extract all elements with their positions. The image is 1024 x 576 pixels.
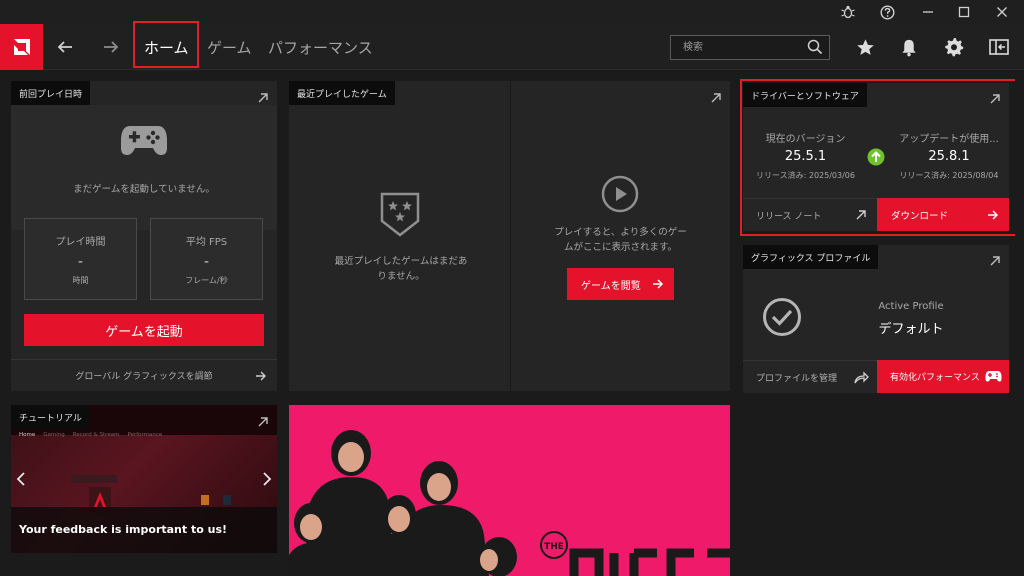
graphics-profile-title: グラフィックス プロファイル: [743, 245, 879, 269]
rank-badge-icon: [377, 191, 423, 241]
driver-card-highlight: [740, 79, 1017, 236]
banner-brand-text: THE: [544, 542, 564, 552]
enable-performance-label: 有効化パフォーマンス: [890, 373, 980, 383]
play-more-text: プレイすると、より多くのゲームがここに表示されます。: [554, 227, 687, 253]
avg-fps-label: 平均 FPS: [185, 237, 228, 248]
manage-profiles-link[interactable]: プロファイルを管理: [743, 360, 877, 393]
browse-games-button[interactable]: ゲームを閲覧: [567, 268, 674, 300]
search-icon[interactable]: [807, 39, 823, 55]
expand-arrow-icon[interactable]: [257, 413, 269, 427]
graphics-profile-card: グラフィックス プロファイル Active Profile デフォルト プロファ…: [743, 245, 1009, 393]
avg-fps-stat: 平均 FPS - フレーム/秒: [150, 218, 263, 300]
promo-banner[interactable]: THE: [289, 405, 730, 576]
tutorial-tab: Performance: [127, 432, 163, 438]
check-circle-icon: [762, 297, 802, 341]
tutorial-tab: Gaming: [43, 432, 65, 438]
arrow-right-icon: [255, 370, 267, 385]
carousel-next-icon[interactable]: [262, 471, 272, 490]
last-played-title: 前回プレイ日時: [11, 81, 91, 105]
last-played-card: 前回プレイ日時 まだゲームを起動していません。 プレイ時間 - 時間 平均 FP…: [11, 81, 277, 391]
browse-games-label: ゲームを閲覧: [581, 280, 641, 292]
expand-arrow-icon[interactable]: [710, 89, 722, 103]
no-recent-games-text: 最近プレイしたゲームはまだありません。: [334, 256, 468, 282]
maximize-icon[interactable]: [954, 2, 974, 22]
amd-logo-icon[interactable]: [0, 24, 43, 70]
playtime-value: -: [77, 254, 84, 270]
settings-gear-icon[interactable]: [943, 36, 965, 58]
gamepad-icon: [120, 122, 168, 162]
recent-games-title: 最近プレイしたゲーム: [289, 81, 395, 105]
favorites-star-icon[interactable]: [854, 36, 876, 58]
play-circle-icon: [601, 175, 639, 217]
expand-arrow-icon[interactable]: [989, 252, 1001, 266]
manage-profiles-label: プロファイルを管理: [756, 373, 838, 384]
back-arrow-icon[interactable]: [52, 34, 78, 60]
home-tab-highlight: [133, 21, 199, 68]
active-profile-name: デフォルト: [878, 322, 944, 337]
no-games-launched-text: まだゲームを起動していません。: [73, 184, 215, 195]
sidebar-toggle-icon[interactable]: [988, 36, 1010, 58]
tutorial-card[interactable]: チュートリアル Home Gaming Record & Stream Perf…: [11, 405, 277, 553]
search-input[interactable]: [671, 36, 801, 59]
adjust-global-graphics-label: グローバル グラフィックスを調節: [75, 372, 213, 382]
close-icon[interactable]: [992, 2, 1012, 22]
adjust-global-graphics-link[interactable]: グローバル グラフィックスを調節: [11, 359, 277, 391]
avg-fps-unit: フレーム/秒: [185, 276, 228, 285]
tutorial-preview-tabs: Home Gaming Record & Stream Performance: [19, 432, 162, 438]
scrollbar[interactable]: [1015, 70, 1024, 576]
tab-games[interactable]: ゲーム: [207, 24, 252, 70]
tab-performance[interactable]: パフォーマンス: [268, 24, 373, 70]
arrow-right-icon: [652, 278, 664, 293]
expand-arrow-icon[interactable]: [257, 89, 269, 103]
tutorial-title: チュートリアル: [11, 405, 90, 429]
avg-fps-value: -: [203, 254, 210, 270]
carousel-prev-icon[interactable]: [16, 471, 26, 490]
recent-games-card: 最近プレイしたゲーム 最近プレイしたゲームはまだありません。 プレイすると、より…: [289, 81, 730, 391]
help-icon[interactable]: [877, 2, 897, 22]
tutorial-tab: Record & Stream: [72, 432, 120, 438]
playtime-stat: プレイ時間 - 時間: [24, 218, 137, 300]
playtime-unit: 時間: [72, 276, 89, 285]
share-arrow-icon: [854, 371, 869, 387]
tutorial-tab: Home: [19, 432, 36, 438]
feedback-text: Your feedback is important to us!: [19, 523, 228, 536]
bug-report-icon[interactable]: [838, 2, 858, 22]
search-box[interactable]: [670, 35, 830, 60]
gamepad-icon: [985, 370, 1002, 385]
promo-banner-artwork: THE: [289, 430, 730, 576]
playtime-label: プレイ時間: [55, 237, 106, 248]
notifications-bell-icon[interactable]: [898, 36, 920, 58]
minimize-icon[interactable]: [918, 2, 938, 22]
launch-game-button[interactable]: ゲームを起動: [24, 314, 264, 346]
active-profile-label: Active Profile: [878, 301, 944, 312]
forward-arrow-icon[interactable]: [98, 34, 124, 60]
enable-performance-button[interactable]: 有効化パフォーマンス: [877, 360, 1009, 393]
